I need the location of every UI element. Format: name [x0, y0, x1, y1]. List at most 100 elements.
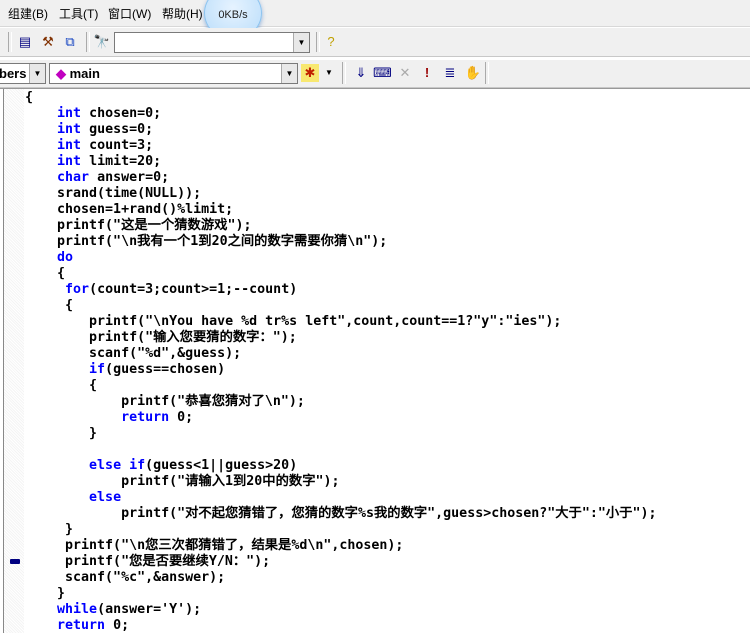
output-icon[interactable]: ⚒	[39, 33, 57, 51]
code-text: (count=3;count>=1;--count)	[89, 282, 298, 297]
class-combo-value: bers	[0, 66, 27, 81]
chevron-down-icon[interactable]: ▼	[293, 33, 309, 52]
code-text: (answer='Y');	[97, 602, 202, 617]
code-line: chosen=1+rand()%limit;	[25, 202, 656, 218]
method-icon: ◆	[56, 66, 66, 81]
code-text: {	[25, 90, 34, 105]
compile-icon[interactable]: ⇓	[352, 64, 370, 82]
code-text: printf("\n您三次都猜错了，结果是%d\n",chosen);	[25, 538, 404, 553]
current-line-arrow-icon	[10, 559, 20, 564]
separator	[86, 32, 90, 52]
code-text: {	[25, 298, 74, 313]
separator	[316, 32, 320, 52]
menu-tools[interactable]: 工具(T)	[59, 5, 98, 22]
code-line: scanf("%d",&guess);	[25, 346, 656, 362]
chevron-down-icon[interactable]: ▼	[281, 64, 297, 83]
code-line: char answer=0;	[25, 170, 656, 186]
build-icon[interactable]: ⌨	[373, 64, 392, 82]
windows-icon[interactable]: ⧉	[61, 33, 79, 51]
menu-build[interactable]: 组建(B)	[8, 5, 48, 22]
code-line: }	[25, 426, 656, 442]
code-line: int limit=20;	[25, 154, 656, 170]
code-line: int count=3;	[25, 138, 656, 154]
code-line: printf("\nYou have %d tr%s left",count,c…	[25, 314, 656, 330]
code-text: (guess==chosen)	[105, 362, 226, 377]
menu-bar: 组建(B) 工具(T) 窗口(W) 帮助(H) 0KB/s	[0, 0, 750, 40]
code-text: scanf("%d",&guess);	[25, 346, 242, 361]
code-text: (guess<1||guess>20)	[145, 458, 298, 473]
code-line: printf("这是一个猜数游戏");	[25, 218, 656, 234]
code-text: printf("\n我有一个1到20之间的数字需要你猜\n");	[25, 234, 388, 249]
code-line: {	[25, 298, 656, 314]
keyword: int	[57, 154, 82, 169]
code-text: {	[25, 378, 98, 393]
code-text: count=3;	[81, 138, 154, 153]
keyword: int	[57, 106, 82, 121]
keyword: else	[89, 490, 122, 505]
wizard-actions-icon[interactable]: ✱	[301, 64, 319, 82]
breakpoint-hand-icon[interactable]: ✋	[464, 64, 482, 82]
workspace-icon[interactable]: ▤	[16, 33, 34, 51]
function-combo-value: main	[69, 66, 100, 81]
keyword: int	[57, 122, 82, 137]
code-line: while(answer='Y');	[25, 602, 656, 618]
code-text: 0;	[169, 410, 194, 425]
code-text: printf("请输入1到20中的数字");	[25, 474, 340, 489]
keyword: return	[121, 410, 170, 425]
keyword: char	[57, 170, 90, 185]
code-line: {	[25, 90, 656, 106]
chevron-down-icon[interactable]: ▼	[29, 64, 45, 83]
code-text: }	[25, 522, 74, 537]
separator	[485, 62, 489, 84]
code-text: printf("您是否要继续Y/N：");	[25, 554, 271, 569]
code-line: printf("您是否要继续Y/N：");	[25, 554, 656, 570]
code-line: do	[25, 250, 656, 266]
code-line: if(guess==chosen)	[25, 362, 656, 378]
chevron-down-icon[interactable]: ▼	[320, 64, 338, 82]
keyword: int	[57, 138, 82, 153]
code-line: printf("恭喜您猜对了\n");	[25, 394, 656, 410]
code-text: chosen=1+rand()%limit;	[25, 202, 234, 217]
editor-gutter	[3, 89, 24, 633]
execute-icon[interactable]: !	[418, 64, 436, 82]
code-line: printf("请输入1到20中的数字");	[25, 474, 656, 490]
code-line: else if(guess<1||guess>20)	[25, 458, 656, 474]
code-text: {	[25, 266, 66, 281]
find-combo[interactable]: ▼	[114, 32, 310, 53]
code-text: scanf("%c",&answer);	[25, 570, 226, 585]
menu-help[interactable]: 帮助(H)	[162, 5, 203, 22]
keyword: for	[65, 282, 90, 297]
code-line: }	[25, 522, 656, 538]
code-line: printf("\n您三次都猜错了，结果是%d\n",chosen);	[25, 538, 656, 554]
keyword: do	[57, 250, 74, 265]
class-combo[interactable]: bers ▼	[0, 63, 46, 84]
code-text: 0;	[105, 618, 130, 633]
code-line: }	[25, 586, 656, 602]
find-in-files-icon[interactable]: 🔭	[93, 33, 111, 51]
go-icon[interactable]: ≣	[441, 64, 459, 82]
menu-window[interactable]: 窗口(W)	[108, 5, 151, 22]
code-text: printf("恭喜您猜对了\n");	[25, 394, 305, 409]
separator	[342, 62, 346, 84]
code-text: printf("\nYou have %d tr%s left",count,c…	[25, 314, 562, 329]
code-line: printf("输入您要猜的数字：");	[25, 330, 656, 346]
keyword: while	[57, 602, 98, 617]
source-code[interactable]: { int chosen=0; int guess=0; int count=3…	[25, 90, 656, 634]
keyword: return	[57, 618, 106, 633]
code-text: printf("这是一个猜数游戏");	[25, 218, 252, 233]
code-editor[interactable]: { int chosen=0; int guess=0; int count=3…	[0, 88, 750, 633]
search-help-icon[interactable]: ?	[322, 33, 340, 51]
code-text: printf("对不起您猜错了，您猜的数字%s我的数字",guess>chose…	[25, 506, 657, 521]
toolbar-wizard: bers ▼ ◆ main ▼ ✱ ▼ ⇓ ⌨ ✕ ! ≣ ✋	[0, 60, 750, 88]
function-combo[interactable]: ◆ main ▼	[49, 63, 298, 84]
